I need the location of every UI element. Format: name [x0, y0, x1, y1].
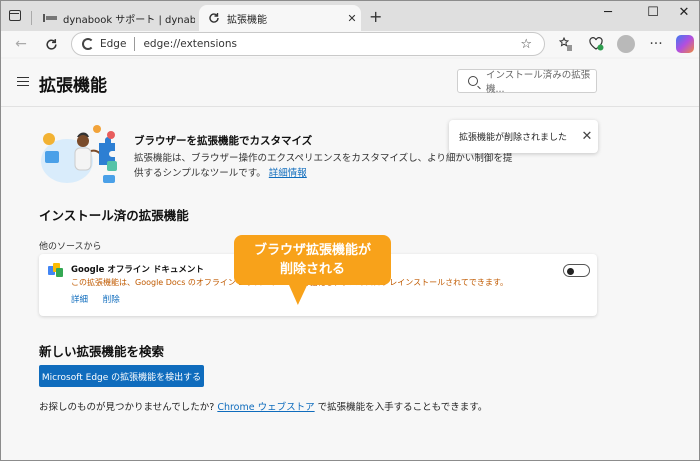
- other-sources-label: 他のソースから: [39, 242, 102, 252]
- tab-extensions[interactable]: 拡張機能 ✕: [199, 5, 361, 31]
- removed-notification: 拡張機能が削除されました ✕: [449, 120, 598, 153]
- close-tab-icon[interactable]: ✕: [343, 12, 361, 25]
- promo-title: ブラウザーを拡張機能でカスタマイズ: [134, 135, 313, 147]
- extensions-illustration: [37, 121, 121, 185]
- details-link[interactable]: 詳細: [71, 295, 88, 305]
- header-divider: [1, 106, 699, 107]
- minimize-icon[interactable]: ─: [593, 5, 623, 20]
- callout-line-1: ブラウザ拡張機能が: [253, 243, 371, 258]
- browser-essentials-icon[interactable]: [587, 35, 605, 53]
- hint-prefix: お探しのものが見つかりませんでしたか?: [39, 402, 215, 413]
- favorite-star-icon[interactable]: ☆: [520, 37, 532, 52]
- annotation-callout: ブラウザ拡張機能が 削除される: [234, 235, 391, 285]
- extension-actions: 詳細 削除: [71, 293, 132, 305]
- tab-dynabook[interactable]: dynabook サポート | dynabook (ダ: [31, 5, 195, 31]
- browser-window: dynabook サポート | dynabook (ダ 拡張機能 ✕ + ─ ☐…: [0, 0, 700, 461]
- close-window-icon[interactable]: ✕: [669, 5, 699, 20]
- extension-enable-toggle[interactable]: [563, 264, 590, 277]
- chrome-store-hint: お探しのものが見つかりませんでしたか? Chrome ウェブストア で拡張機能を…: [39, 399, 487, 413]
- favorites-icon[interactable]: [557, 35, 575, 53]
- refresh-favicon-icon: [207, 12, 221, 24]
- search-icon: [468, 76, 478, 86]
- copilot-icon[interactable]: [676, 35, 694, 53]
- notification-text: 拡張機能が削除されました: [459, 133, 568, 143]
- address-url[interactable]: edge://extensions: [143, 38, 520, 50]
- address-bar[interactable]: Edge edge://extensions ☆: [71, 32, 545, 56]
- address-brand: Edge: [100, 38, 127, 50]
- promo-text: 拡張機能は、ブラウザー操作のエクスペリエンスをカスタマイズし、より細かい制御を提…: [134, 153, 513, 179]
- tab-actions-icon[interactable]: [9, 10, 21, 21]
- reload-icon[interactable]: [41, 34, 61, 54]
- installed-heading: インストール済の拡張機能: [39, 208, 189, 223]
- callout-line-2: 削除される: [279, 262, 345, 277]
- new-tab-icon[interactable]: +: [369, 7, 382, 26]
- back-icon[interactable]: ←: [11, 34, 31, 54]
- navigation-bar: ← Edge edge://extensions ☆ ···: [1, 31, 699, 57]
- get-extensions-button[interactable]: Microsoft Edge の拡張機能を検出する: [39, 365, 204, 387]
- menu-icon[interactable]: [17, 77, 29, 86]
- promo-description: 拡張機能は、ブラウザー操作のエクスペリエンスをカスタマイズし、より細かい制御を提…: [134, 151, 514, 181]
- tab-separator: [31, 11, 32, 25]
- chrome-web-store-link[interactable]: Chrome ウェブストア: [217, 402, 314, 413]
- tab-strip: dynabook サポート | dynabook (ダ 拡張機能 ✕ + ─ ☐…: [1, 1, 699, 31]
- extension-name: Google オフライン ドキュメント: [71, 265, 204, 275]
- address-divider: [134, 37, 136, 51]
- remove-link[interactable]: 削除: [103, 295, 120, 305]
- tab-title: dynabook サポート | dynabook (ダ: [63, 14, 195, 26]
- tab-title: 拡張機能: [227, 14, 267, 26]
- hint-suffix: で拡張機能を入手することもできます。: [317, 402, 488, 413]
- page-favicon-icon: [43, 12, 57, 24]
- page-title: 拡張機能: [39, 76, 107, 96]
- google-docs-offline-icon: [48, 263, 63, 278]
- search-placeholder: インストール済みの拡張機...: [486, 70, 591, 95]
- learn-more-link[interactable]: 詳細情報: [269, 168, 307, 179]
- maximize-icon[interactable]: ☐: [638, 5, 668, 20]
- profile-avatar-icon[interactable]: [617, 35, 635, 53]
- find-new-heading: 新しい拡張機能を検索: [39, 344, 165, 359]
- more-options-icon[interactable]: ···: [647, 35, 665, 53]
- extensions-page: 拡張機能 インストール済みの拡張機... ブラウザーを拡張機能でカスタマイズ 拡…: [1, 59, 699, 460]
- dismiss-notification-icon[interactable]: ✕: [576, 129, 598, 144]
- search-extensions-input[interactable]: インストール済みの拡張機...: [457, 69, 597, 95]
- edge-logo-icon: [82, 38, 94, 50]
